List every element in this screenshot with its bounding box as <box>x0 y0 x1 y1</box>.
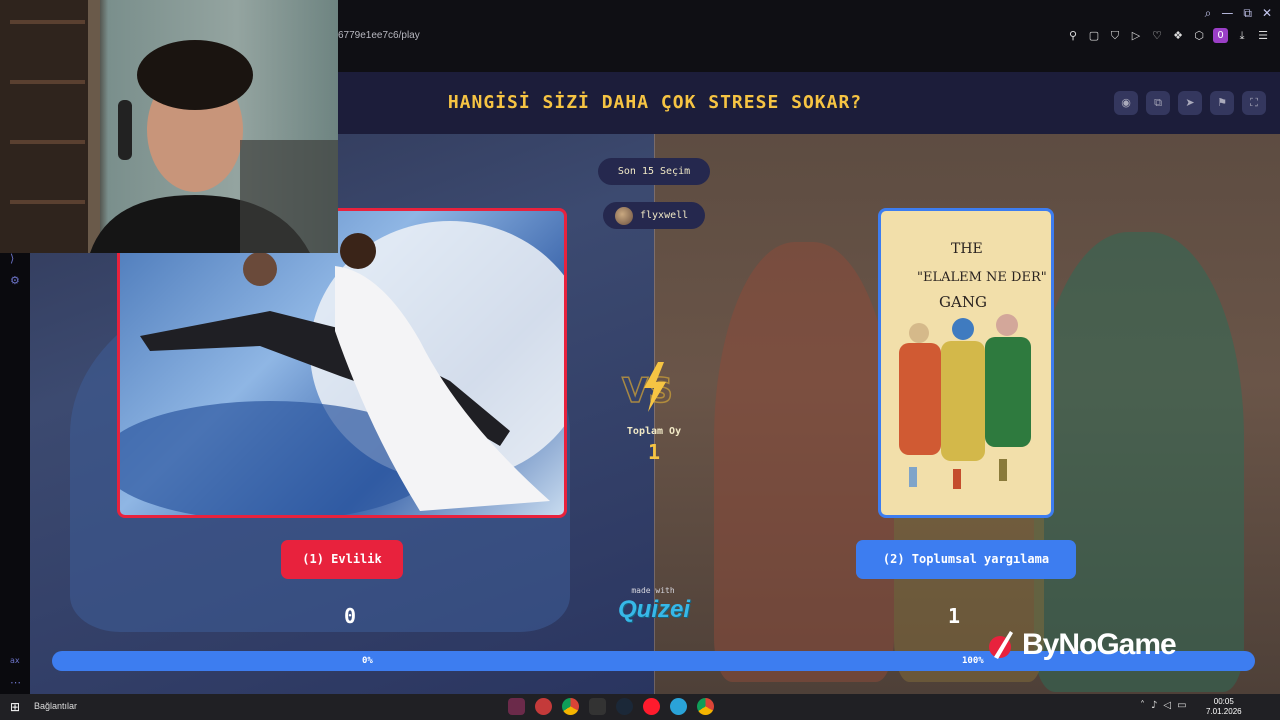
sidebar-link-icon[interactable]: ⟩ <box>10 252 14 265</box>
option-a-image[interactable] <box>117 208 567 518</box>
total-votes-value: 1 <box>647 440 661 464</box>
sponsor-name: ByNoGame <box>1022 628 1177 661</box>
avatar <box>615 206 633 225</box>
total-votes-label: Toplam Oy <box>626 426 682 437</box>
poster-text-title: "ELALEM NE DER" <box>917 270 1047 285</box>
puzzle-icon[interactable]: ⬡ <box>1192 29 1206 42</box>
option-a-percent: 0% <box>362 656 373 666</box>
windows-start-icon[interactable]: ⊞ <box>10 700 20 714</box>
minimize-icon[interactable]: — <box>1221 6 1233 21</box>
opera-icon[interactable] <box>643 698 660 715</box>
wedding-photo-illustration <box>120 221 564 515</box>
notification-badge[interactable]: 0 <box>1213 28 1228 43</box>
system-tray: ˄ ♪ ◁ ▭ <box>1140 700 1187 711</box>
send-icon[interactable]: ➤ <box>1178 91 1202 115</box>
microphone-icon[interactable]: ♪ <box>1151 700 1157 711</box>
browser-extension-bar: ⚲ ▢ ⛉ ▷ ♡ ❖ ⬡ 0 ⤓ ☰ <box>1066 28 1270 43</box>
sponsor-logo: ByNoGame <box>988 628 1177 662</box>
maximize-icon[interactable]: ⧉ <box>1243 6 1252 21</box>
heart-icon[interactable]: ♡ <box>1150 29 1164 42</box>
player-name: flyxwell <box>640 210 689 221</box>
steam-icon[interactable] <box>616 698 633 715</box>
last-picks-button[interactable]: Son 15 Seçim <box>598 158 710 185</box>
volume-icon[interactable]: ◁ <box>1163 700 1171 711</box>
telegram-icon[interactable] <box>670 698 687 715</box>
poster-text-the: THE <box>951 241 983 257</box>
chevron-up-icon[interactable]: ˄ <box>1140 700 1145 711</box>
download-icon[interactable]: ⤓ <box>1235 29 1249 43</box>
webcam-overlay <box>0 0 338 253</box>
taskbar-date: 7.01.2026 <box>1206 707 1242 716</box>
poster-text-gang: GANG <box>939 293 987 311</box>
vs-bolt-icon: VS <box>621 362 674 412</box>
header-actions: ◉ ⧉ ➤ ⚑ ⛶ <box>1114 91 1266 115</box>
chrome-icon-2[interactable] <box>697 698 714 715</box>
copy-icon[interactable]: ⧉ <box>1146 91 1170 115</box>
option-a-button[interactable]: (1) Evlilik <box>281 540 403 579</box>
elalem-ne-der-illustration: THE "ELALEM NE DER" GANG <box>899 241 1047 489</box>
option-b-image[interactable]: THE "ELALEM NE DER" GANG <box>878 208 1054 518</box>
shield-icon[interactable]: ⛉ <box>1108 29 1122 43</box>
option-b-votes: 1 <box>947 604 961 628</box>
option-a-votes: 0 <box>343 604 357 628</box>
epic-games-icon[interactable] <box>589 698 606 715</box>
pin-icon[interactable]: ⚲ <box>1066 29 1080 42</box>
taskbar-time: 00:05 <box>1213 697 1234 706</box>
bynogame-mark-icon <box>989 631 1013 659</box>
chrome-icon[interactable] <box>562 698 579 715</box>
settings-icon[interactable]: ⚙ <box>10 274 20 287</box>
address-bar-url[interactable]: 6779e1ee7c6/play <box>338 30 420 41</box>
play-icon[interactable]: ▷ <box>1129 29 1143 42</box>
eye-icon[interactable]: ◉ <box>1114 91 1138 115</box>
window-controls: ⌕ — ⧉ ✕ <box>1205 6 1272 21</box>
search-icon[interactable]: ⌕ <box>1205 6 1212 21</box>
taskbar-apps <box>508 698 714 715</box>
option-b-button[interactable]: (2) Toplumsal yargılama <box>856 540 1076 579</box>
taskbar-clock[interactable]: 00:05 7.01.2026 <box>1206 697 1242 717</box>
made-with-text: made with <box>631 586 675 595</box>
close-icon[interactable]: ✕ <box>1262 6 1272 21</box>
menu-icon[interactable]: ☰ <box>1256 29 1270 42</box>
app-icon-1[interactable] <box>508 698 525 715</box>
network-icon[interactable]: ▭ <box>1177 700 1186 711</box>
more-icon[interactable]: ⋯ <box>10 676 21 689</box>
taskbar-links-label[interactable]: Bağlantılar <box>34 701 77 711</box>
tab-icon[interactable]: ▢ <box>1087 29 1101 42</box>
vs-label: VS <box>622 371 673 411</box>
option-b-percent: 100% <box>962 656 984 666</box>
extension-icon[interactable]: ❖ <box>1171 29 1185 42</box>
streamer-camera-image <box>0 0 338 253</box>
windows-taskbar: ⊞ Bağlantılar ˄ ♪ ◁ ▭ 00:05 7.01.2026 <box>0 694 1280 720</box>
fullscreen-icon[interactable]: ⛶ <box>1242 91 1266 115</box>
quizei-logo[interactable]: Quizei <box>606 596 702 624</box>
player-chip[interactable]: flyxwell <box>603 202 705 229</box>
sidebar-ax-icon[interactable]: ax <box>10 656 20 665</box>
app-icon-2[interactable] <box>535 698 552 715</box>
flag-icon[interactable]: ⚑ <box>1210 91 1234 115</box>
